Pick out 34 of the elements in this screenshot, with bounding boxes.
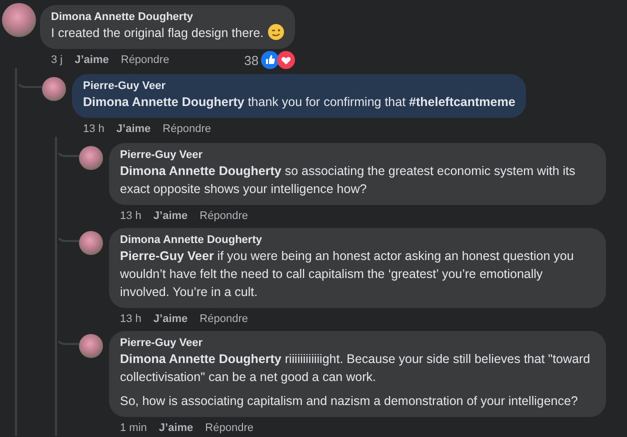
timestamp[interactable]: 13 h [120, 210, 142, 222]
timestamp[interactable]: 13 h [83, 123, 104, 135]
timestamp[interactable]: 3 j [51, 54, 63, 66]
avatar[interactable] [42, 77, 66, 101]
reaction-count[interactable]: 38 [244, 52, 259, 68]
like-link[interactable]: J’aime [153, 210, 188, 222]
reply-link[interactable]: Répondre [200, 210, 248, 222]
reply-link[interactable]: Répondre [205, 422, 254, 434]
winking-face-icon [268, 24, 284, 40]
avatar[interactable] [79, 231, 103, 255]
like-link[interactable]: J’aime [74, 54, 109, 66]
like-link[interactable]: J’aime [153, 313, 188, 325]
reply-link[interactable]: Répondre [120, 54, 170, 66]
like-link[interactable]: J’aime [116, 123, 151, 135]
timestamp[interactable]: 13 h [120, 313, 142, 325]
like-link[interactable]: J’aime [158, 422, 194, 434]
comment-text: Pierre-Guy Veer if you were being an honest actor asking an honest question you wouldn’t have felt the need to call capitalism the ‘greatest’ you’re emotionally involved. You’re in a cult. [120, 249, 574, 299]
thumbs-up-icon [260, 51, 279, 69]
comment-text: Dimona Annette Dougherty so associating the greatest economic system with its exact opposite shows your intelligence how? [120, 164, 576, 196]
avatar[interactable] [79, 146, 103, 170]
author-name[interactable]: Dimona Annette Dougherty [120, 234, 595, 246]
comment-text: So, how is associating capitalism and nazism a demonstration of your intelligence? [120, 394, 578, 408]
comment-text: I created the original flag design there. [51, 26, 264, 40]
comment-text: Dimona Annette Dougherty riiiiiiiiiiiight. Because your side still believes that "toward collectivisation" can be a net good a can work. [120, 352, 590, 384]
avatar[interactable] [2, 3, 36, 37]
author-name[interactable]: Pierre-Guy Veer [83, 80, 516, 92]
comment-text: Dimona Annette Dougherty thank you for confirming that #theleftcantmeme [83, 95, 516, 109]
author-name[interactable]: Pierre-Guy Veer [120, 337, 595, 349]
reply-link[interactable]: Répondre [162, 123, 211, 135]
author-name[interactable]: Dimona Annette Dougherty [51, 11, 284, 23]
author-name[interactable]: Pierre-Guy Veer [120, 149, 595, 161]
avatar[interactable] [79, 334, 103, 358]
reply-link[interactable]: Répondre [200, 313, 248, 325]
timestamp[interactable]: 1 min [120, 422, 147, 434]
